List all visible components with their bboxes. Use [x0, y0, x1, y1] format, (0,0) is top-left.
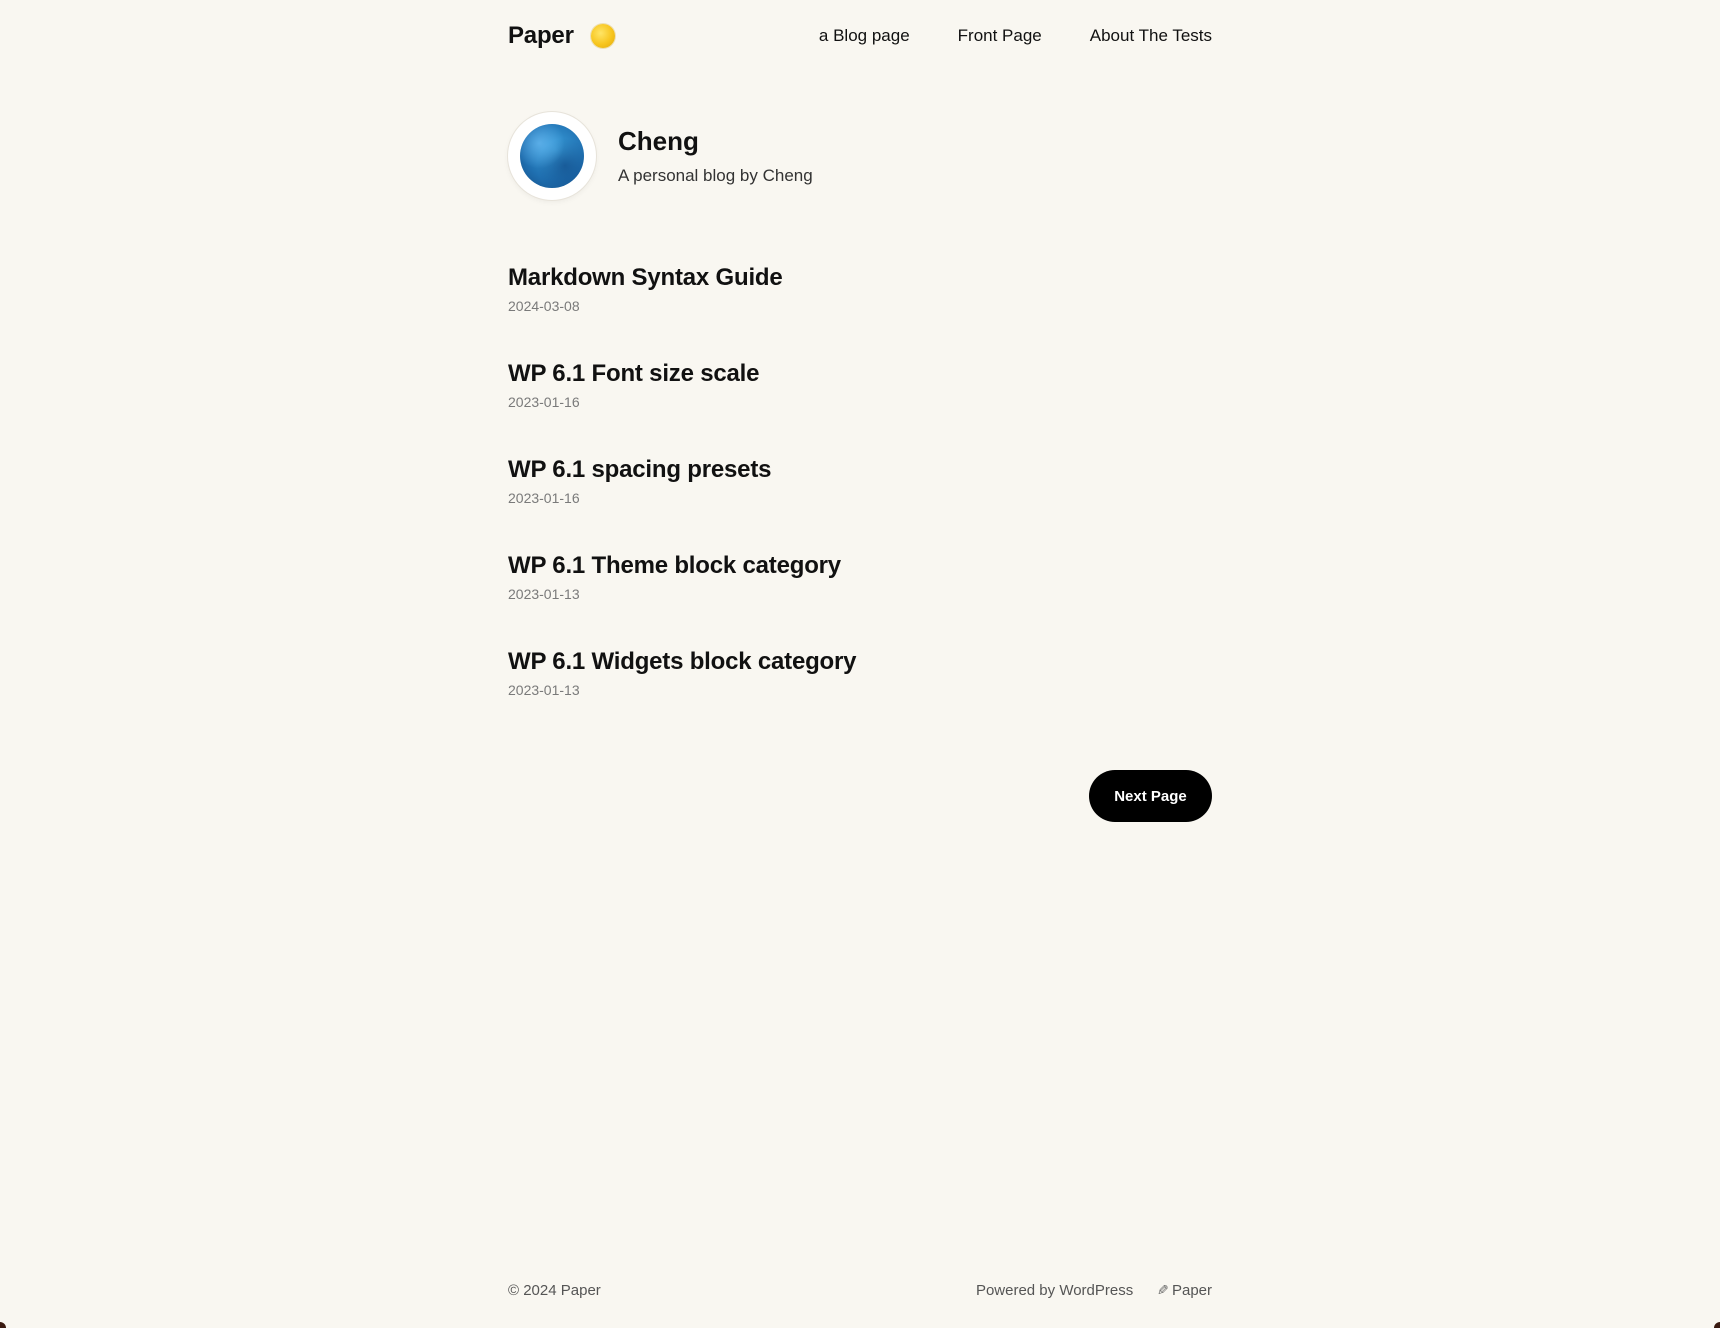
post-title-link[interactable]: WP 6.1 Font size scale	[508, 358, 1212, 390]
nav-item-about-the-tests[interactable]: About The Tests	[1090, 26, 1212, 46]
author-name: Cheng	[618, 126, 699, 156]
site-title-link[interactable]: Paper	[508, 22, 574, 50]
profile-text: Cheng A personal blog by Cheng	[618, 128, 813, 184]
post-date: 2023-01-13	[508, 586, 580, 602]
sun-icon[interactable]	[590, 24, 615, 48]
list-item: WP 6.1 Font size scale 2023-01-16	[508, 358, 1212, 454]
brand: Paper	[508, 22, 615, 50]
next-page-button[interactable]: Next Page	[1089, 770, 1212, 822]
post-date: 2023-01-16	[508, 490, 580, 506]
post-title-link[interactable]: WP 6.1 Theme block category	[508, 550, 1212, 582]
author-tagline: A personal blog by Cheng	[618, 166, 813, 185]
post-date: 2023-01-13	[508, 682, 580, 698]
post-date: 2024-03-08	[508, 298, 580, 314]
window-corner-right	[1714, 1322, 1720, 1328]
copyright-text: © 2024 Paper	[508, 1282, 601, 1299]
page-container: Paper a Blog page Front Page About The T…	[508, 0, 1212, 1328]
avatar-image	[520, 124, 584, 188]
nav-item-front-page[interactable]: Front Page	[958, 26, 1042, 46]
post-title-link[interactable]: WP 6.1 Widgets block category	[508, 646, 1212, 678]
avatar	[508, 112, 596, 200]
main-nav: a Blog page Front Page About The Tests	[819, 26, 1212, 46]
site-footer: © 2024 Paper Powered by WordPress ✎ Pape…	[508, 1282, 1212, 1299]
author-profile: Cheng A personal blog by Cheng	[508, 112, 813, 200]
nav-item-blog-page[interactable]: a Blog page	[819, 26, 910, 46]
window-corner-left	[0, 1322, 6, 1328]
list-item: WP 6.1 Widgets block category 2023-01-13	[508, 646, 1212, 742]
theme-link[interactable]: Paper	[1172, 1282, 1212, 1299]
footer-credits: Powered by WordPress ✎ Paper	[976, 1282, 1212, 1299]
pencil-icon: ✎	[1157, 1282, 1169, 1298]
list-item: WP 6.1 Theme block category 2023-01-13	[508, 550, 1212, 646]
site-header: Paper a Blog page Front Page About The T…	[508, 18, 1212, 54]
post-date: 2023-01-16	[508, 394, 580, 410]
list-item: WP 6.1 spacing presets 2023-01-16	[508, 454, 1212, 550]
powered-by-link[interactable]: Powered by WordPress	[976, 1282, 1133, 1299]
post-title-link[interactable]: WP 6.1 spacing presets	[508, 454, 1212, 486]
post-title-link[interactable]: Markdown Syntax Guide	[508, 262, 1212, 294]
post-list: Markdown Syntax Guide 2024-03-08 WP 6.1 …	[508, 262, 1212, 742]
list-item: Markdown Syntax Guide 2024-03-08	[508, 262, 1212, 358]
